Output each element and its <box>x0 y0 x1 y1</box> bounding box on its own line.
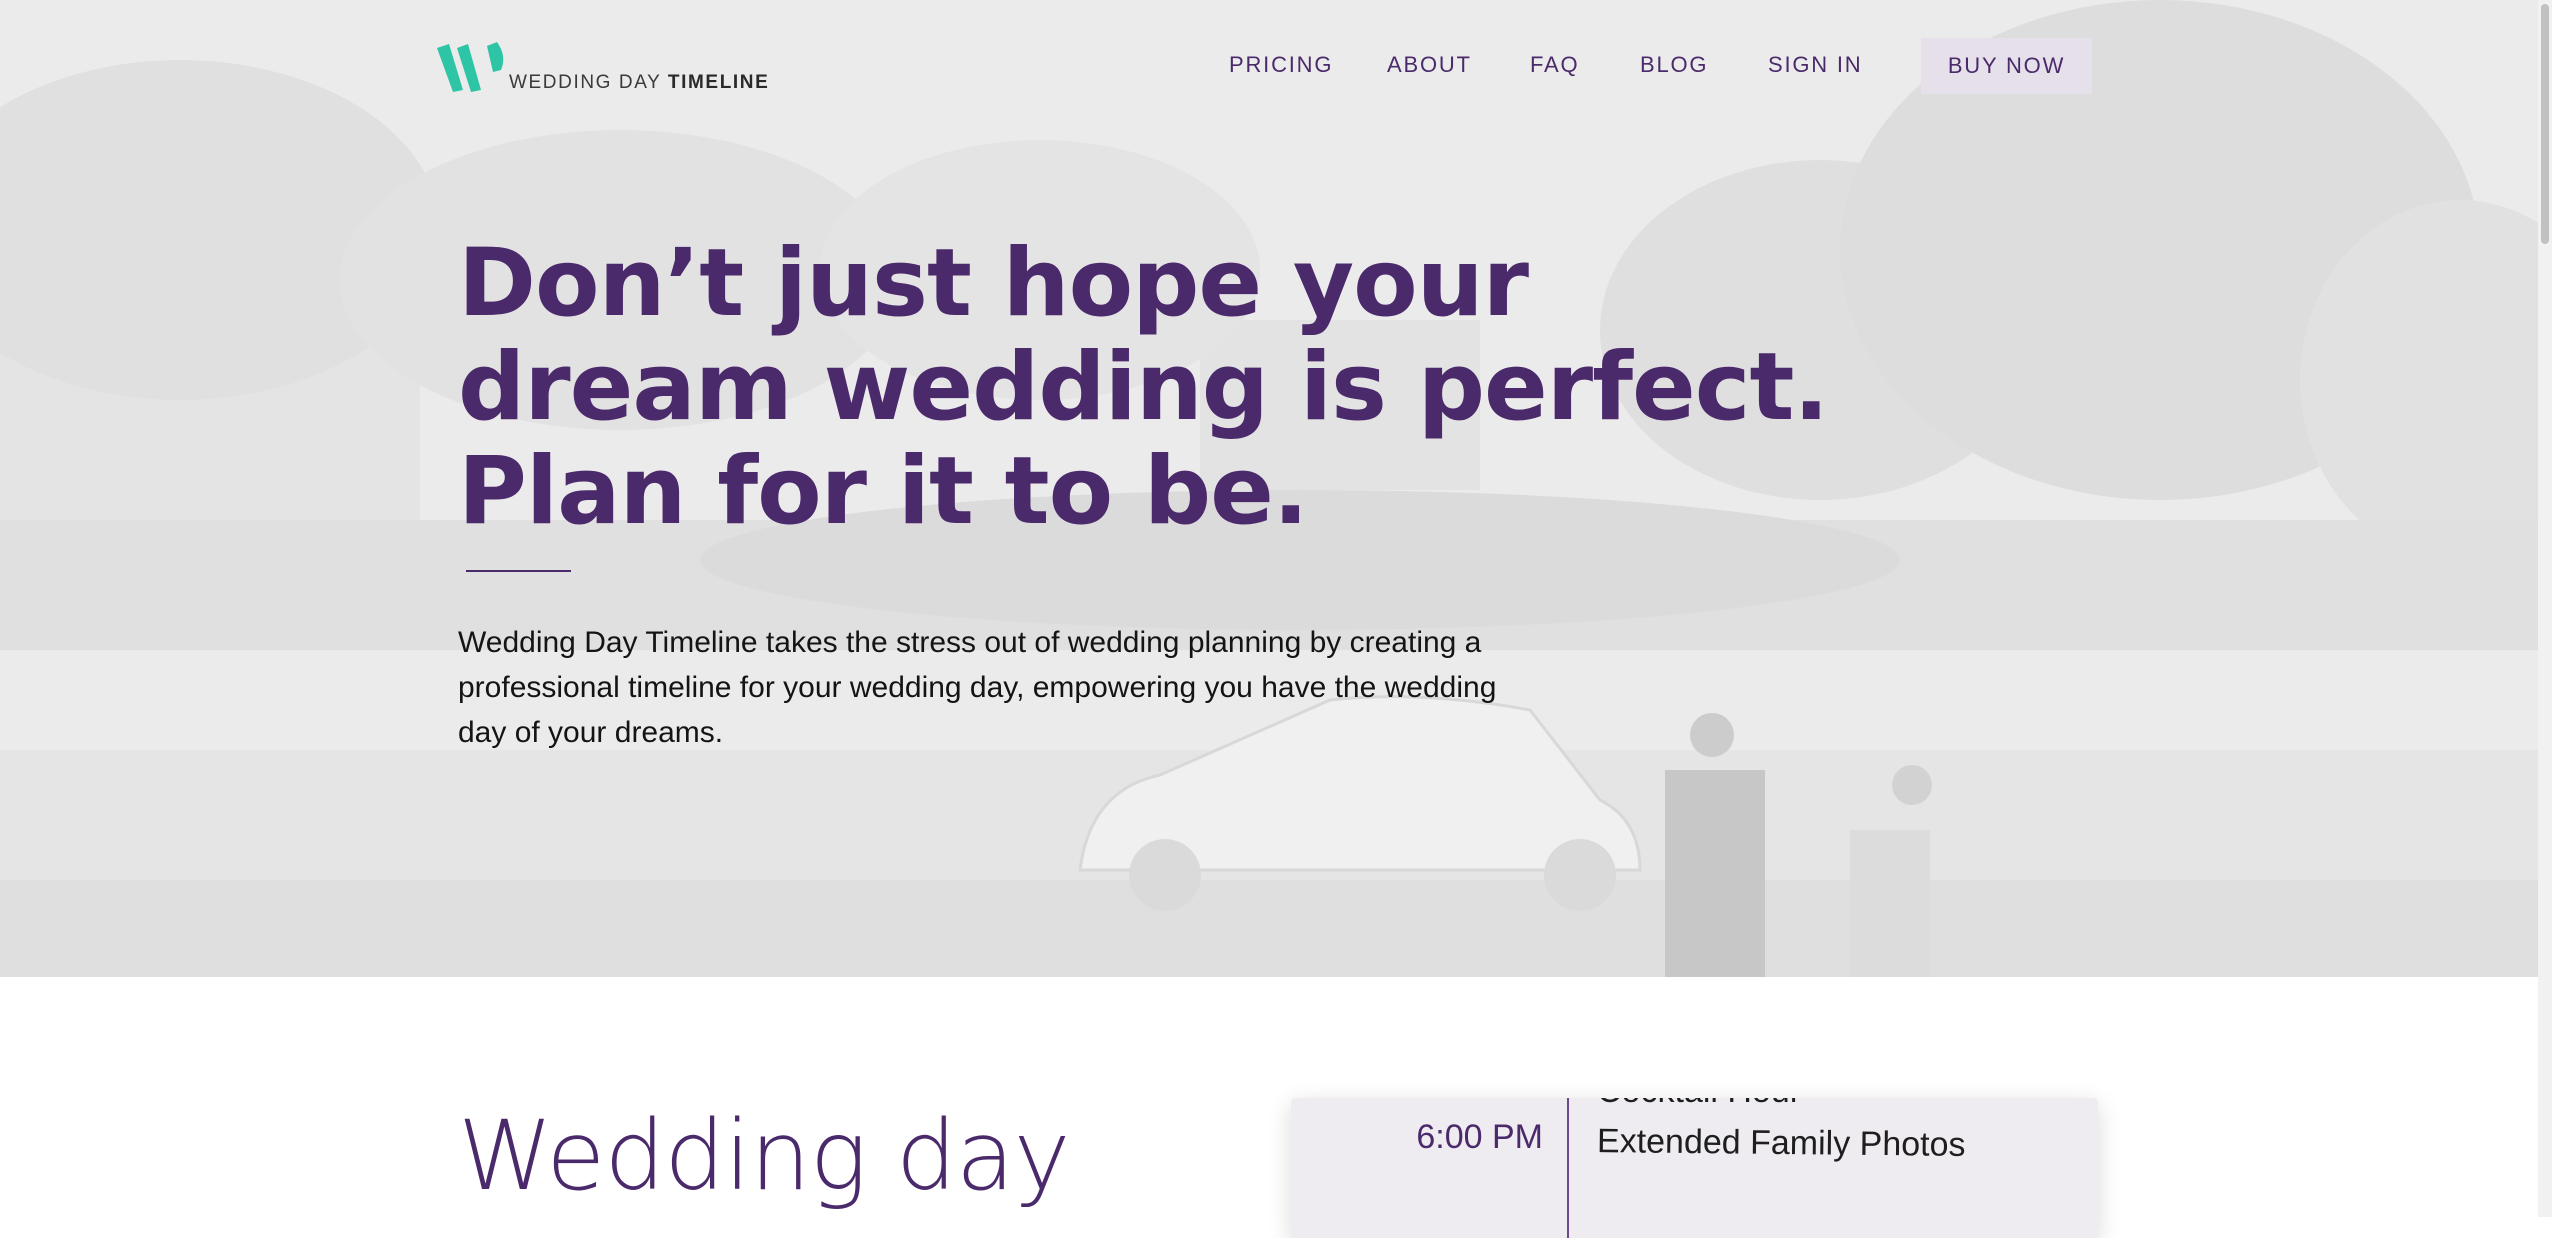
timeline-time: 6:00 PM <box>1416 1118 1543 1156</box>
timeline-axis <box>1567 1098 1569 1238</box>
nav-pricing[interactable]: PRICING <box>1229 52 1333 78</box>
main-nav: PRICING ABOUT FAQ BLOG SIGN IN BUY NOW <box>0 38 2552 94</box>
buy-now-button[interactable]: BUY NOW <box>1921 38 2092 94</box>
section-title: Wedding day <box>458 1100 1070 1212</box>
scrollbar-thumb[interactable] <box>2541 4 2549 244</box>
nav-sign-in[interactable]: SIGN IN <box>1768 52 1863 78</box>
hero-description: Wedding Day Timeline takes the stress ou… <box>458 626 1497 749</box>
headline-line-1: Don’t just hope your <box>458 229 1529 338</box>
timeline-event: Extended Family Photos <box>1596 1122 1966 1164</box>
nav-about[interactable]: ABOUT <box>1387 52 1472 78</box>
headline-divider <box>466 570 571 572</box>
page-scrollbar[interactable] <box>2538 0 2552 1217</box>
nav-blog[interactable]: BLOG <box>1640 52 1708 78</box>
timeline-preview-card: Cocktail Hour 6:00 PM Extended Family Ph… <box>1291 1098 2098 1238</box>
hero-headline: Don’t just hope your dream wedding is pe… <box>458 229 1829 546</box>
timeline-previous-event: Cocktail Hour <box>1597 1098 1801 1111</box>
nav-faq[interactable]: FAQ <box>1530 52 1579 78</box>
headline-line-3: Plan for it to be. <box>458 437 1309 546</box>
headline-line-2: dream wedding is perfect. <box>458 333 1829 442</box>
